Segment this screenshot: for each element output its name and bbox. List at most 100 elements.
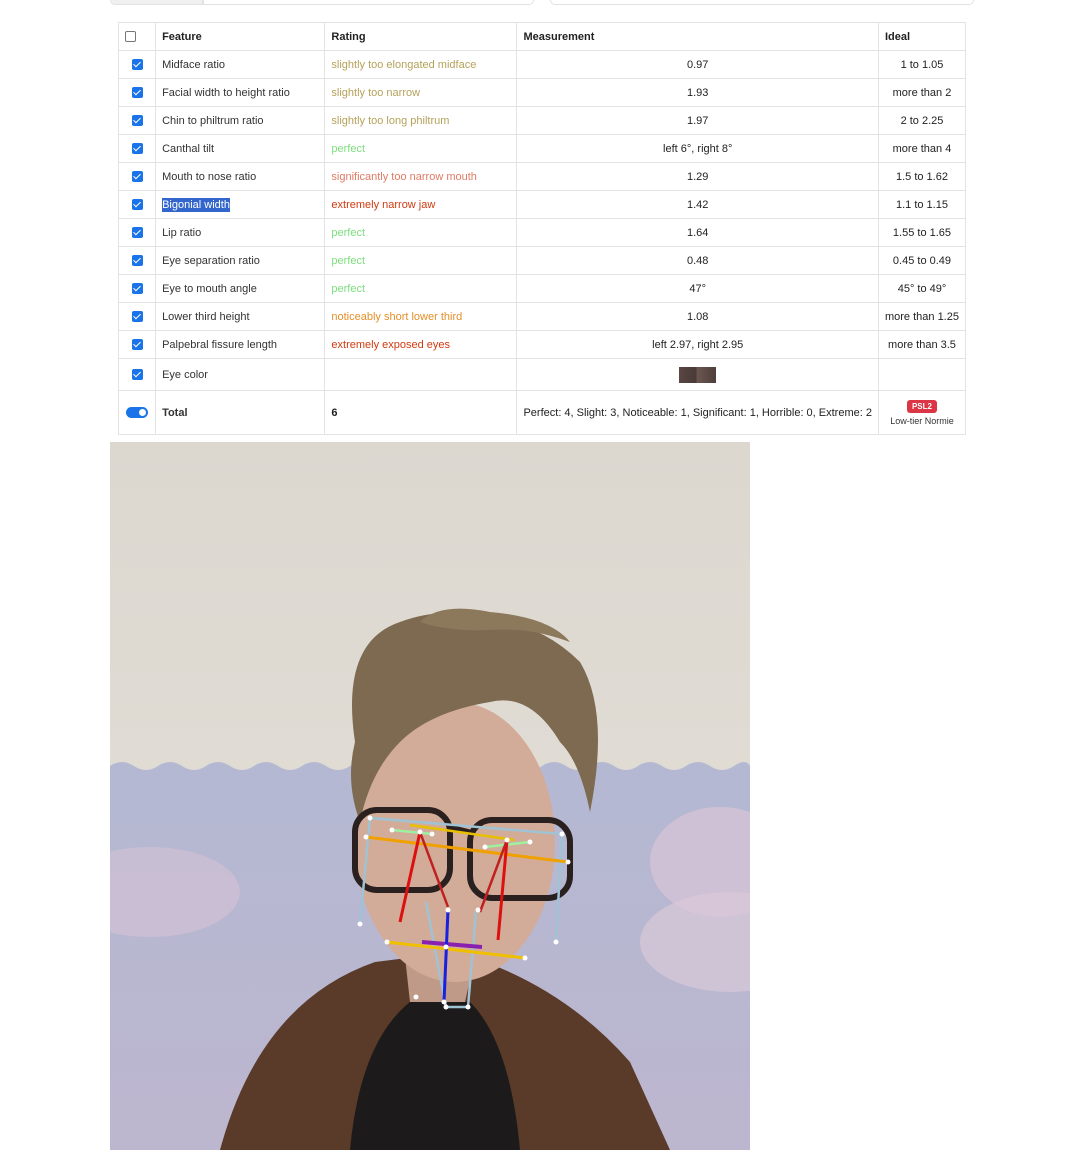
total-row: Total 6 Perfect: 4, Slight: 3, Noticeabl… bbox=[117, 390, 967, 435]
ideal-cell: more than 4 bbox=[877, 134, 967, 163]
rating-header[interactable]: Rating bbox=[324, 22, 518, 51]
table-row: Eye to mouth angle perfect 47° 45° to 49° bbox=[117, 274, 967, 303]
row-checkbox[interactable] bbox=[131, 59, 143, 71]
row-checkbox-cell bbox=[117, 358, 157, 391]
rating-cell: significantly too narrow mouth bbox=[324, 162, 518, 191]
row-checkbox-cell bbox=[117, 330, 157, 359]
feature-cell: Eye separation ratio bbox=[155, 246, 326, 275]
rating-cell: slightly too long philtrum bbox=[324, 106, 518, 135]
feature-cell: Eye to mouth angle bbox=[155, 274, 326, 303]
row-checkbox-cell bbox=[117, 274, 157, 303]
measurement-cell: 1.64 bbox=[516, 218, 879, 247]
measurement-cell: 1.29 bbox=[516, 162, 879, 191]
total-tier-cell: PSL2 Low-tier Normie bbox=[877, 390, 967, 435]
row-checkbox-cell bbox=[117, 302, 157, 331]
rating-cell bbox=[324, 358, 518, 391]
row-checkbox[interactable] bbox=[131, 369, 143, 381]
table-row: Mouth to nose ratio significantly too nar… bbox=[117, 162, 967, 191]
feature-cell: Bigonial width bbox=[155, 190, 326, 219]
row-checkbox-cell bbox=[117, 106, 157, 135]
table-row: Eye separation ratio perfect 0.48 0.45 to 0… bbox=[117, 246, 967, 275]
row-checkbox[interactable] bbox=[131, 339, 143, 351]
feature-cell: Lower third height bbox=[155, 302, 326, 331]
measurement-cell: 1.97 bbox=[516, 106, 879, 135]
row-checkbox[interactable] bbox=[131, 283, 143, 295]
ideal-header[interactable]: Ideal bbox=[877, 22, 967, 51]
feature-name: Lower third height bbox=[162, 310, 250, 323]
measurement-cell: 1.08 bbox=[516, 302, 879, 331]
table-header-row: Feature Rating Measurement Ideal bbox=[117, 22, 967, 51]
feature-name: Mouth to nose ratio bbox=[162, 170, 257, 183]
ideal-cell: 2 to 2.25 bbox=[877, 106, 967, 135]
row-checkbox[interactable] bbox=[131, 227, 143, 239]
row-checkbox-cell bbox=[117, 246, 157, 275]
row-checkbox[interactable] bbox=[131, 255, 143, 267]
ideal-cell: more than 2 bbox=[877, 78, 967, 107]
tab-inactive[interactable] bbox=[202, 0, 534, 5]
ideal-cell: more than 1.25 bbox=[877, 302, 967, 331]
top-tab-bar bbox=[110, 0, 974, 8]
ratings-table: Feature Rating Measurement Ideal Midface… bbox=[117, 22, 967, 435]
row-checkbox[interactable] bbox=[131, 199, 143, 211]
ideal-cell: 1.1 to 1.15 bbox=[877, 190, 967, 219]
measurement-cell: 47° bbox=[516, 274, 879, 303]
ideal-cell: 0.45 to 0.49 bbox=[877, 246, 967, 275]
feature-name: Canthal tilt bbox=[162, 142, 215, 155]
total-toggle-cell bbox=[117, 390, 157, 435]
table-row: Facial width to height ratio slightly too… bbox=[117, 78, 967, 107]
ideal-cell: more than 3.5 bbox=[877, 330, 967, 359]
measurement-header[interactable]: Measurement bbox=[516, 22, 879, 51]
feature-cell: Mouth to nose ratio bbox=[155, 162, 326, 191]
ideal-cell: 1 to 1.05 bbox=[877, 50, 967, 79]
row-checkbox[interactable] bbox=[131, 115, 143, 127]
feature-cell: Canthal tilt bbox=[155, 134, 326, 163]
rating-cell: perfect bbox=[324, 246, 518, 275]
row-checkbox[interactable] bbox=[131, 171, 143, 183]
tab-active[interactable] bbox=[110, 0, 204, 5]
select-all-checkbox[interactable] bbox=[125, 31, 136, 43]
ideal-cell: 1.5 to 1.62 bbox=[877, 162, 967, 191]
table-row: Midface ratio slightly too elongated midf… bbox=[117, 50, 967, 79]
feature-cell: Midface ratio bbox=[155, 50, 326, 79]
face-analysis-photo bbox=[110, 442, 750, 1150]
total-score: 6 bbox=[324, 390, 518, 435]
row-checkbox[interactable] bbox=[131, 87, 143, 99]
select-all-cell bbox=[117, 22, 157, 51]
feature-name: Eye color bbox=[162, 368, 208, 381]
table-row: Lip ratio perfect 1.64 1.55 to 1.65 bbox=[117, 218, 967, 247]
ideal-cell: 1.55 to 1.65 bbox=[877, 218, 967, 247]
ideal-cell: 45° to 49° bbox=[877, 274, 967, 303]
measurement-cell: 0.48 bbox=[516, 246, 879, 275]
measurement-cell: left 6°, right 8° bbox=[516, 134, 879, 163]
psl-badge: PSL2 bbox=[906, 399, 937, 413]
rating-cell: slightly too elongated midface bbox=[324, 50, 518, 79]
total-toggle[interactable] bbox=[126, 407, 149, 419]
rating-cell: extremely exposed eyes bbox=[324, 330, 518, 359]
table-row: Lower third height noticeably short lower… bbox=[117, 302, 967, 331]
row-checkbox-cell bbox=[117, 190, 157, 219]
feature-name: Lip ratio bbox=[162, 226, 202, 239]
feature-name: Midface ratio bbox=[162, 58, 226, 71]
total-label: Total bbox=[155, 390, 326, 435]
feature-header[interactable]: Feature bbox=[155, 22, 326, 51]
measurement-cell: 1.93 bbox=[516, 78, 879, 107]
measurement-cell: 0.97 bbox=[516, 50, 879, 79]
table-row: Canthal tilt perfect left 6°, right 8° more… bbox=[117, 134, 967, 163]
rating-cell: extremely narrow jaw bbox=[324, 190, 518, 219]
feature-name: Eye to mouth angle bbox=[162, 282, 257, 295]
rating-cell: perfect bbox=[324, 218, 518, 247]
tab-panel-right[interactable] bbox=[550, 0, 974, 5]
table-row: Bigonial width extremely narrow jaw 1.42 1.… bbox=[117, 190, 967, 219]
total-summary: Perfect: 4, Slight: 3, Noticeable: 1, Si… bbox=[516, 390, 879, 435]
feature-name: Eye separation ratio bbox=[162, 254, 260, 267]
row-checkbox[interactable] bbox=[131, 311, 143, 323]
feature-cell: Palpebral fissure length bbox=[155, 330, 326, 359]
feature-name: Facial width to height ratio bbox=[162, 86, 290, 99]
row-checkbox-cell bbox=[117, 218, 157, 247]
feature-name: Bigonial width bbox=[162, 197, 230, 212]
row-checkbox[interactable] bbox=[131, 143, 143, 155]
feature-cell: Lip ratio bbox=[155, 218, 326, 247]
measurement-cell: 1.42 bbox=[516, 190, 879, 219]
feature-name: Palpebral fissure length bbox=[162, 338, 278, 351]
face-photo-svg bbox=[110, 442, 750, 1150]
